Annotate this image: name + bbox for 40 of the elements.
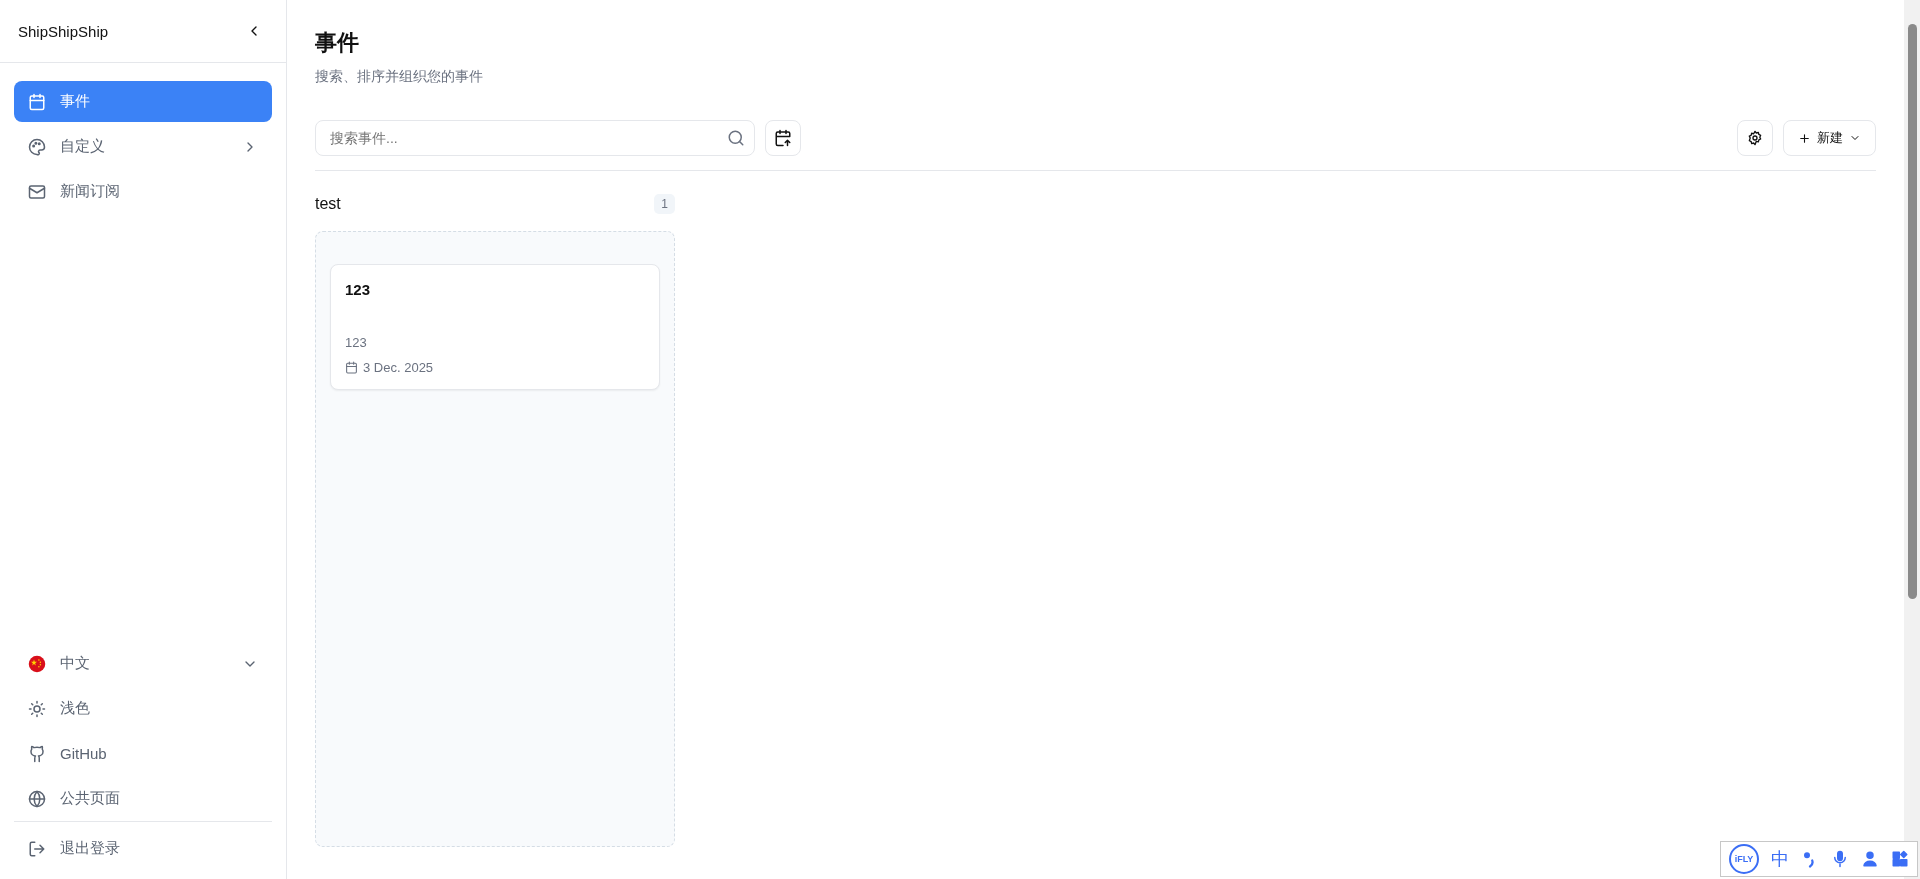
settings-button[interactable] [1737,120,1773,156]
search-field[interactable]: 搜索事件... [315,120,755,156]
card-date: 3 Dec. 2025 [363,360,434,375]
sidebar-item[interactable]: 新闻订阅 [14,171,272,212]
globe-icon [28,789,46,808]
settings-icon [1747,130,1763,146]
apps-icon [1891,850,1909,868]
palette-icon [28,137,46,156]
flag-icon [28,654,46,673]
sun-icon [28,699,46,718]
calendar-arrow-icon [774,129,792,147]
sidebar-item[interactable]: GitHub [14,733,272,774]
logout-icon [28,839,46,858]
page-title: 事件 [315,29,360,57]
scrollbar[interactable] [1904,0,1920,879]
card-description: 123 [345,335,368,350]
microphone-icon [1831,850,1849,868]
card-title: 123 [345,281,372,298]
new-button[interactable]: 新建 [1783,120,1876,156]
event-card[interactable]: 123 123 3 Dec. 2025 [330,264,660,390]
calendar-icon [345,361,358,374]
page-subtitle: 搜索、排序并组织您的事件 [315,68,484,86]
logout-button[interactable]: 退出登录 [14,828,272,869]
calendar-icon [28,92,46,111]
input-mode-toggle[interactable]: 中 [1771,847,1789,871]
sidebar-item[interactable]: 浅色 [14,688,272,729]
search-icon [727,129,745,147]
user-icon [1861,850,1879,868]
sidebar-item[interactable]: 公共页面 [14,778,272,819]
calendar-export-button[interactable] [765,120,801,156]
sidebar-item[interactable]: 中文 [14,643,272,684]
github-icon [28,744,46,763]
app-brand: ShipShipShip [18,22,109,40]
mail-icon [28,182,46,201]
column-title: test [315,195,341,213]
sidebar-item[interactable]: 自定义 [14,126,272,167]
sidebar-item[interactable]: 事件 [14,81,272,122]
plus-icon [1798,131,1811,145]
count-badge: 1 [654,194,675,214]
ime-logo: iFLY [1729,844,1759,874]
